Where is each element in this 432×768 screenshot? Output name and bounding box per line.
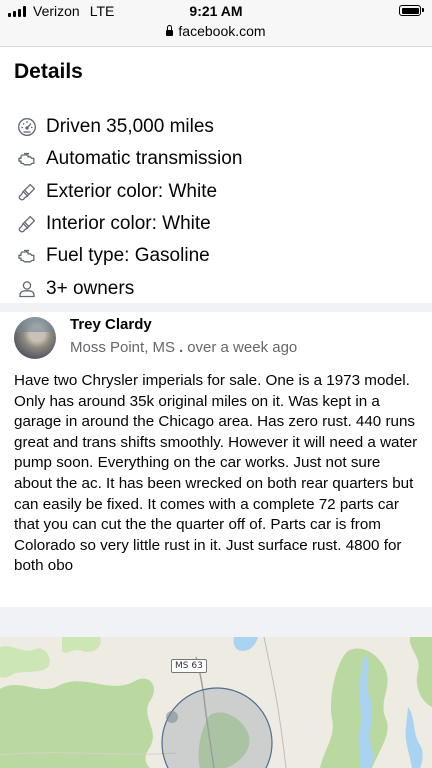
seller-location[interactable]: Moss Point, MS	[70, 339, 175, 356]
detail-interior-color: Interior color: White	[0, 208, 432, 240]
odometer-icon	[17, 117, 37, 137]
map-graphic	[0, 637, 432, 768]
detail-text: Interior color: White	[46, 213, 211, 235]
clock: 9:21 AM	[189, 3, 243, 19]
engine-icon	[17, 149, 37, 169]
details-heading: Details	[14, 60, 83, 83]
location-map[interactable]: MS 63	[0, 637, 432, 768]
detail-exterior-color: Exterior color: White	[0, 176, 432, 208]
detail-text: Automatic transmission	[46, 148, 243, 170]
seller-avatar[interactable]	[14, 317, 56, 359]
detail-mileage: Driven 35,000 miles	[0, 111, 432, 143]
route-label: MS 63	[171, 659, 207, 673]
detail-owners: 3+ owners	[0, 272, 432, 304]
seller-meta: Moss Point, MS. over a week ago	[70, 339, 297, 356]
detail-text: Driven 35,000 miles	[46, 116, 214, 138]
meta-separator: .	[179, 339, 184, 356]
battery-icon	[399, 5, 424, 16]
post-time: over a week ago	[187, 339, 298, 356]
paintbrush-icon	[17, 182, 37, 202]
engine-icon	[17, 246, 37, 266]
details-list: Driven 35,000 miles Automatic transmissi…	[0, 111, 432, 305]
paintbrush-icon	[17, 214, 37, 234]
status-bar: Verizon LTE 9:21 AM	[0, 0, 432, 22]
url-display[interactable]: facebook.com	[0, 23, 432, 39]
seller-name[interactable]: Trey Clardy	[70, 316, 152, 333]
lock-icon	[166, 25, 174, 36]
detail-fuel-type: Fuel type: Gasoline	[0, 240, 432, 272]
url-text: facebook.com	[178, 23, 266, 39]
detail-text: Fuel type: Gasoline	[46, 245, 210, 267]
person-icon	[17, 279, 37, 299]
listing-description: Have two Chrysler imperials for sale. On…	[14, 372, 418, 575]
section-divider	[0, 303, 432, 312]
detail-text: Exterior color: White	[46, 180, 218, 202]
detail-transmission: Automatic transmission	[0, 143, 432, 175]
section-divider	[0, 607, 432, 637]
address-bar[interactable]: facebook.com	[0, 22, 432, 47]
detail-text: 3+ owners	[46, 277, 135, 299]
